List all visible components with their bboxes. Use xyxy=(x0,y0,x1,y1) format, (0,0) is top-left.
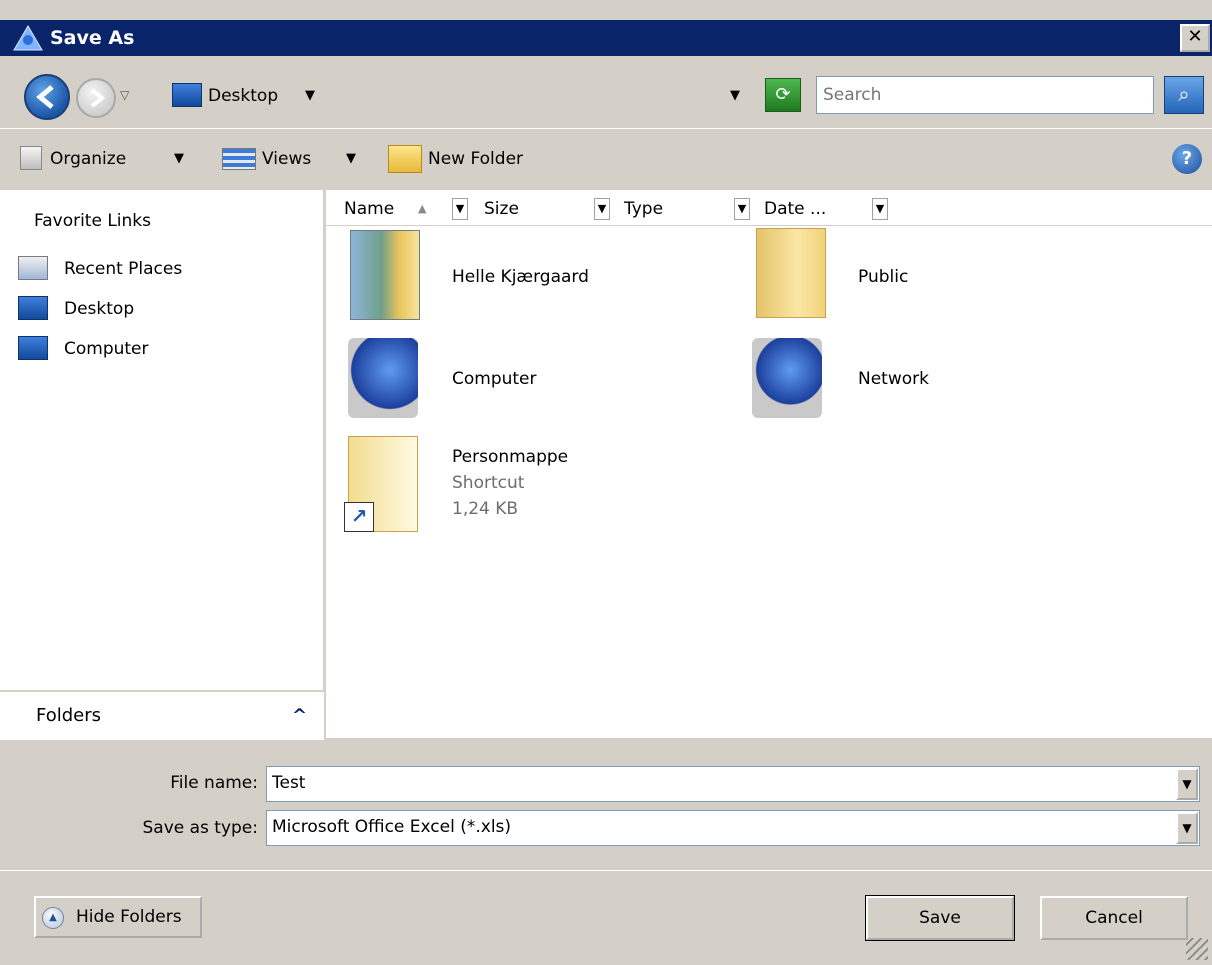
column-name-dropdown[interactable]: ▼ xyxy=(452,198,468,220)
favorite-computer[interactable]: Computer xyxy=(64,336,149,362)
help-icon[interactable]: ? xyxy=(1172,144,1202,174)
shortcut-arrow-icon: ↗ xyxy=(344,502,374,532)
search-button[interactable]: ⌕ xyxy=(1164,76,1204,114)
cancel-button[interactable]: Cancel xyxy=(1040,896,1188,940)
organize-icon xyxy=(20,146,42,170)
search-input[interactable] xyxy=(816,76,1154,114)
organize-dropdown-icon[interactable]: ▼ xyxy=(174,146,184,172)
history-dropdown-icon[interactable]: ▽ xyxy=(120,88,129,102)
user-folder-icon[interactable] xyxy=(350,230,420,320)
favorite-recent-places[interactable]: Recent Places xyxy=(64,256,182,282)
save-as-type-value[interactable]: Microsoft Office Excel (*.xls) xyxy=(272,812,511,842)
views-button[interactable]: Views xyxy=(262,146,311,172)
title-bar xyxy=(0,0,1212,56)
folders-label[interactable]: Folders xyxy=(36,703,101,729)
window-title: Save As xyxy=(50,27,135,49)
forward-button[interactable] xyxy=(76,78,116,118)
refresh-button[interactable]: ⟳ xyxy=(765,78,801,112)
save-as-icon xyxy=(12,24,44,52)
computer-icon[interactable] xyxy=(348,338,418,418)
back-button[interactable] xyxy=(24,74,70,120)
list-item[interactable]: Public xyxy=(858,264,908,290)
list-item-size: 1,24 KB xyxy=(452,499,519,519)
list-item[interactable]: Helle Kjærgaard xyxy=(452,264,589,290)
column-size[interactable]: Size xyxy=(484,196,519,222)
address-location[interactable]: Desktop xyxy=(208,82,278,110)
computer-icon xyxy=(18,336,48,360)
close-button[interactable]: ✕ xyxy=(1180,24,1210,52)
organize-button[interactable]: Organize xyxy=(50,146,126,172)
new-folder-icon xyxy=(388,145,422,173)
views-icon xyxy=(222,148,256,170)
new-folder-button[interactable]: New Folder xyxy=(428,146,523,172)
save-button[interactable]: Save xyxy=(865,895,1015,941)
folders-collapse-icon[interactable]: ^ xyxy=(292,703,307,729)
folder-icon[interactable] xyxy=(756,228,826,318)
hide-folders-label[interactable]: Hide Folders xyxy=(76,903,182,931)
save-as-type-label: Save as type: xyxy=(142,818,258,838)
column-name[interactable]: Name xyxy=(344,196,394,222)
desktop-icon xyxy=(18,296,48,320)
file-fields-area xyxy=(0,740,1212,870)
list-item-type: Shortcut xyxy=(452,473,525,493)
desktop-icon xyxy=(172,83,202,107)
list-item[interactable]: Personmappe xyxy=(452,444,568,470)
favorite-desktop[interactable]: Desktop xyxy=(64,296,134,322)
address-dropdown-icon[interactable]: ▼ xyxy=(730,82,740,110)
file-name-dropdown-icon[interactable]: ▼ xyxy=(1176,768,1198,800)
collapse-up-icon[interactable]: ▲ xyxy=(42,907,64,929)
views-dropdown-icon[interactable]: ▼ xyxy=(346,146,356,172)
file-name-label: File name: xyxy=(170,773,258,793)
list-item[interactable]: Network xyxy=(858,366,929,392)
network-icon[interactable] xyxy=(752,338,822,418)
address-chevron-icon[interactable]: ▼ xyxy=(305,82,315,110)
column-date[interactable]: Date ... xyxy=(764,196,826,222)
favorite-links-heading: Favorite Links xyxy=(34,211,152,231)
file-name-value[interactable]: Test xyxy=(272,768,305,798)
list-item[interactable]: Computer xyxy=(452,366,537,392)
column-type-dropdown[interactable]: ▼ xyxy=(734,198,750,220)
sort-ascending-icon: ▲ xyxy=(418,202,427,215)
column-date-dropdown[interactable]: ▼ xyxy=(872,198,888,220)
recent-places-icon xyxy=(18,256,48,280)
column-size-dropdown[interactable]: ▼ xyxy=(594,198,610,220)
file-name-field[interactable] xyxy=(266,766,1200,802)
column-type[interactable]: Type xyxy=(624,196,663,222)
resize-grip-icon[interactable] xyxy=(1186,938,1208,960)
save-as-type-dropdown-icon[interactable]: ▼ xyxy=(1176,812,1198,844)
